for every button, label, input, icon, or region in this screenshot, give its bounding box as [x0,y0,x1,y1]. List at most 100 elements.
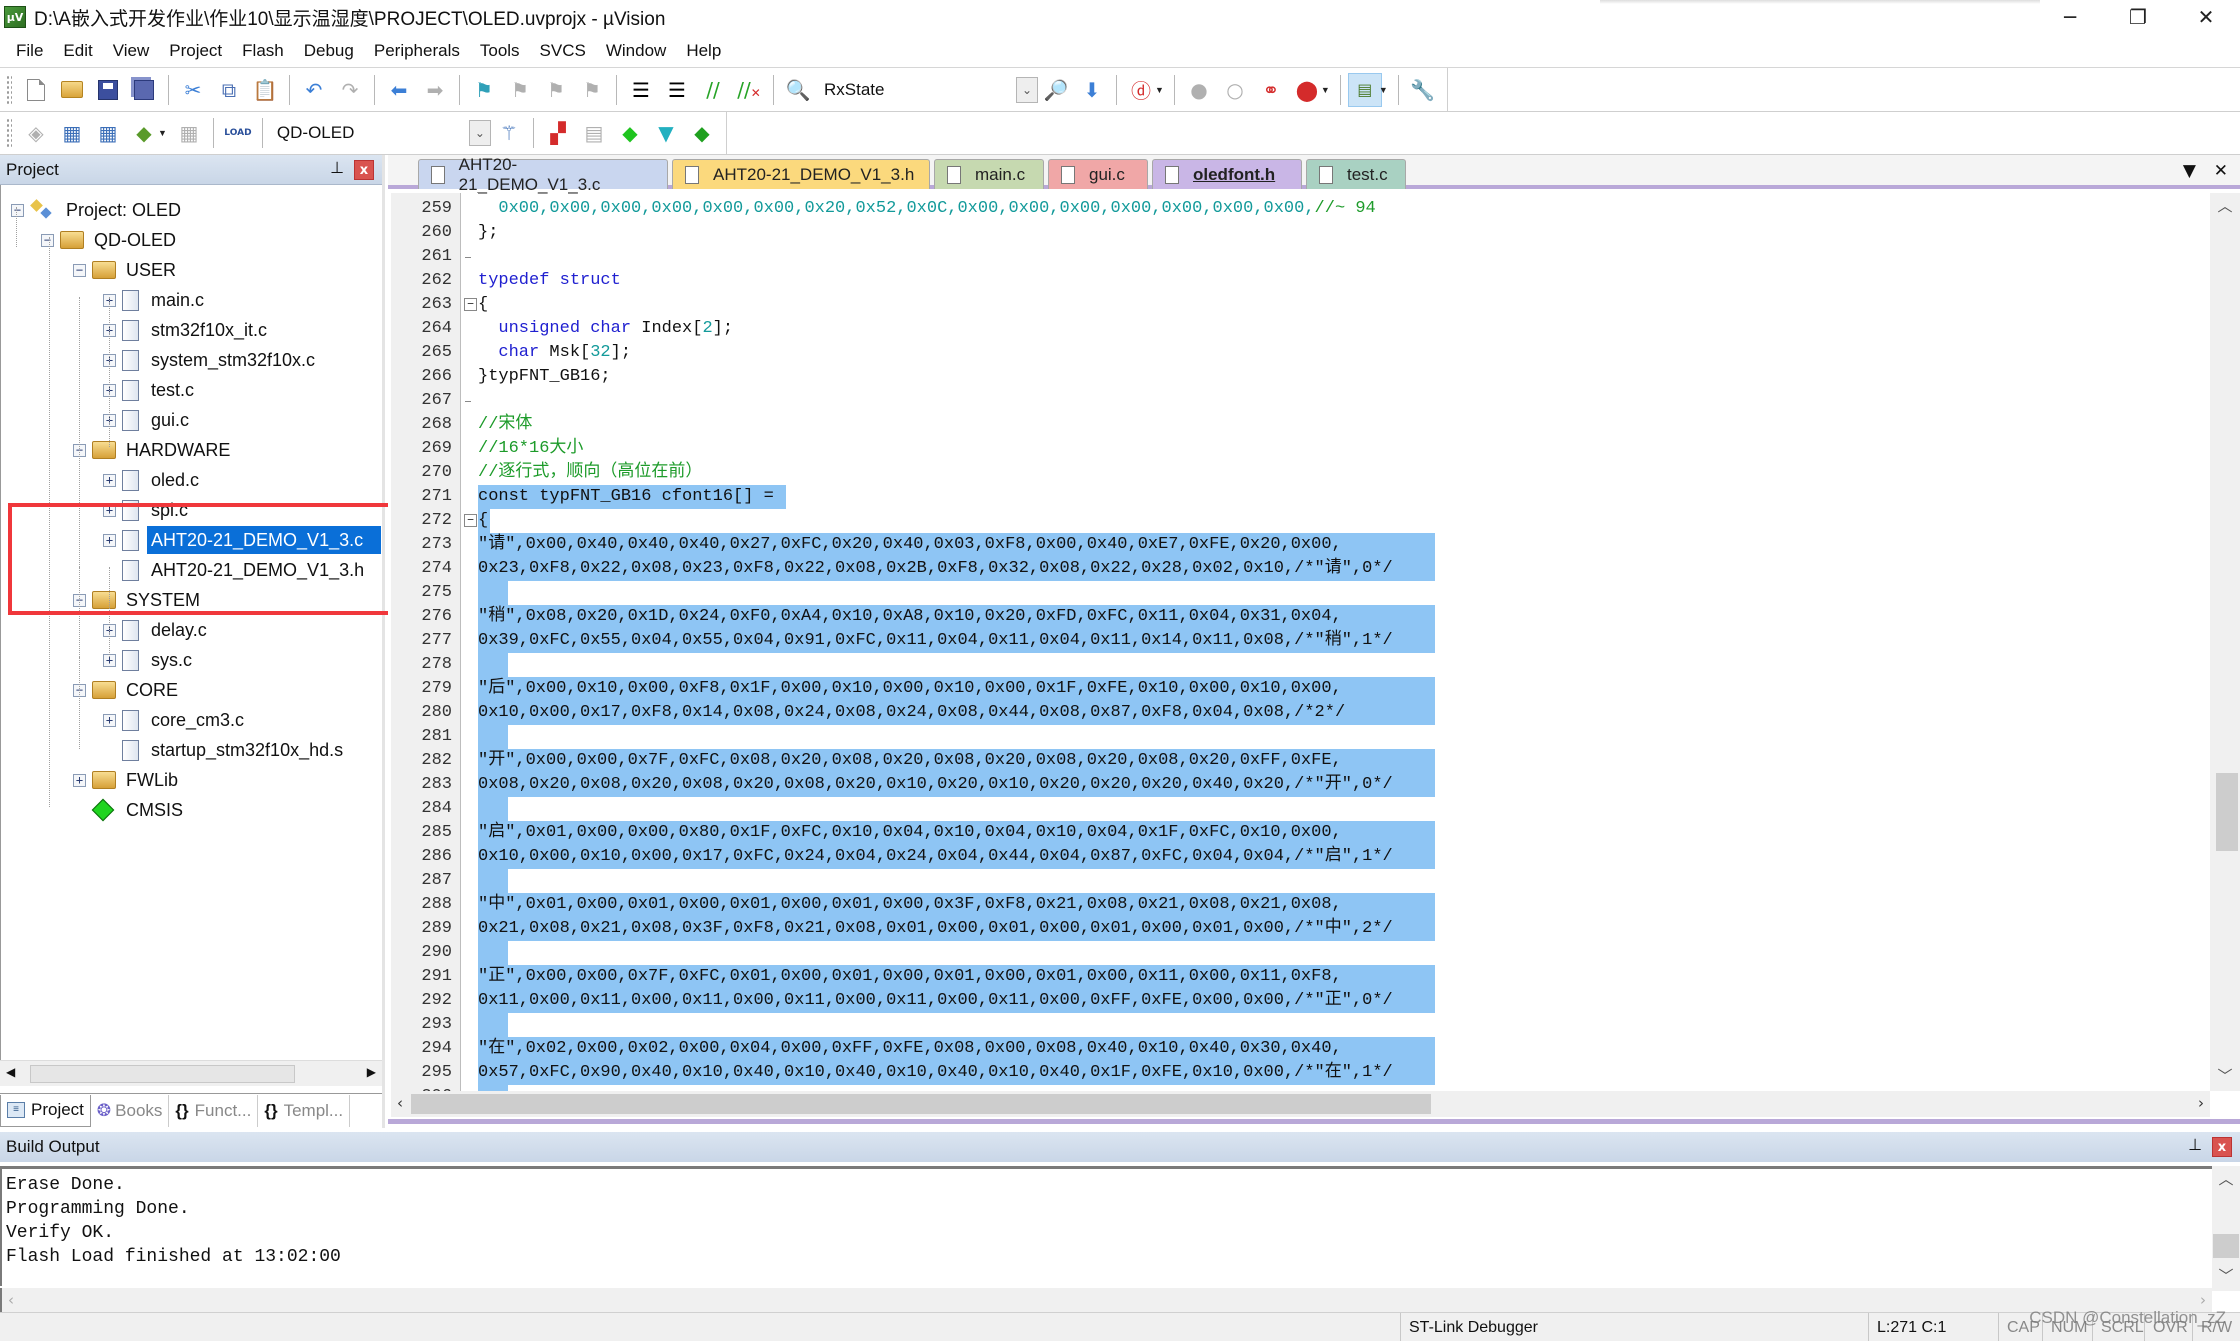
pack-installer-button[interactable]: ▼ [649,116,683,150]
menu-tools[interactable]: Tools [470,34,530,68]
cut-button[interactable]: ✂ [176,73,210,107]
target-select-dropdown[interactable]: ⌄ [468,120,491,146]
menu-debug[interactable]: Debug [294,34,364,68]
build-horizontal-scrollbar[interactable]: ‹ › [0,1288,2212,1312]
expand-icon[interactable]: + [103,713,116,727]
expand-icon[interactable]: + [103,473,116,487]
restore-button[interactable]: ❐ [2104,0,2172,34]
close-window-button[interactable]: ✕ [2172,0,2240,34]
tab-file[interactable]: AHT20-21_DEMO_V1_3.c [418,155,668,194]
tree-item-file[interactable]: + stm32f10x_it.c [103,315,267,345]
undo-button[interactable]: ↶ [297,73,331,107]
translate-button[interactable]: ◈ [19,116,53,150]
tree-item-group[interactable]: + FWLib [73,765,178,795]
tree-item-group[interactable]: − CORE [73,675,178,705]
scroll-left-icon[interactable]: ‹ [8,1291,14,1309]
save-button[interactable] [91,73,125,107]
fold-toggle-icon[interactable]: − [464,514,477,527]
menu-svcs[interactable]: SVCS [530,34,596,68]
save-all-button[interactable] [127,73,161,107]
scroll-right-icon[interactable]: › [2200,1291,2206,1309]
breakpoints-dropdown-arrow[interactable]: ▼ [1321,85,1330,95]
expand-icon[interactable]: + [73,773,86,787]
fold-toggle-icon[interactable]: − [464,298,477,311]
debug-dropdown-arrow[interactable]: ▼ [1155,85,1164,95]
scroll-down-icon[interactable]: ﹀ [2212,1265,2240,1289]
menu-edit[interactable]: Edit [53,34,102,68]
tree-item-file[interactable]: + oled.c [103,465,199,495]
menu-help[interactable]: Help [676,34,731,68]
tab-file[interactable]: AHT20-21_DEMO_V1_3.h [672,159,930,189]
expand-icon[interactable]: + [103,503,116,517]
next-bookmark-button[interactable]: ⚑ [539,73,573,107]
tree-item-group[interactable]: − SYSTEM [73,585,200,615]
tab-project[interactable]: ≡ Project [0,1094,91,1127]
tree-item-file[interactable]: + main.c [103,285,204,315]
tree-item-target[interactable]: − QD-OLED [41,225,176,255]
copy-button[interactable]: ⧉ [212,73,246,107]
menu-flash[interactable]: Flash [232,34,294,68]
paste-button[interactable]: 📋 [248,73,282,107]
tab-functions[interactable]: {} Funct... [169,1094,259,1127]
batch-build-button[interactable]: ◆ [127,116,161,150]
menu-view[interactable]: View [103,34,160,68]
scroll-down-icon[interactable]: ﹀ [2210,1065,2240,1089]
tab-templates[interactable]: {} Templ... [258,1094,351,1127]
tree-item-file[interactable]: + delay.c [103,615,207,645]
tree-item-file[interactable]: + core_cm3.c [103,705,244,735]
collapse-icon[interactable]: − [11,203,24,217]
tab-file[interactable]: main.c [934,159,1044,189]
find-combo[interactable]: RxState [816,80,1016,100]
minimize-button[interactable]: ─ [2036,0,2104,34]
comment-button[interactable]: // [696,73,730,107]
menu-file[interactable]: File [6,34,53,68]
tree-item-group[interactable]: − USER [73,255,176,285]
project-horizontal-scrollbar[interactable]: ◀ ▶ [0,1060,382,1086]
scroll-up-icon[interactable]: ︿ [2212,1168,2240,1192]
scroll-thumb[interactable] [2216,773,2238,851]
expand-icon[interactable]: + [103,533,116,547]
insert-breakpoint-button[interactable]: ● [1182,73,1216,107]
menu-project[interactable]: Project [159,34,232,68]
redo-button[interactable]: ↷ [333,73,367,107]
scroll-left-icon[interactable]: ‹ [397,1094,403,1112]
uncomment-button[interactable]: //✕ [732,73,766,107]
indent-button[interactable]: ☰ [624,73,658,107]
toolbar-grip[interactable] [6,118,12,148]
debug-session-button[interactable]: ⓓ [1124,73,1158,107]
disable-all-breakpoints-button[interactable]: ⚭ [1254,73,1288,107]
stop-build-button[interactable]: ▦ [172,116,206,150]
toolbar-grip[interactable] [6,74,12,105]
tree-item-group[interactable]: − HARDWARE [73,435,230,465]
menu-window[interactable]: Window [596,34,676,68]
pin-icon[interactable]: ⊥ [2188,1135,2202,1154]
open-file-button[interactable] [55,73,89,107]
tree-item-file[interactable]: + sys.c [103,645,192,675]
tab-list-dropdown[interactable]: ▼ [2183,161,2196,181]
tree-item-file[interactable]: + AHT20-21_DEMO_V1_3.c [103,525,382,555]
options-for-target-button[interactable]: ⚚ [492,116,526,150]
close-tab-button[interactable]: ✕ [2214,161,2228,181]
clear-bookmarks-button[interactable]: ⚑ [575,73,609,107]
editor-vertical-scrollbar[interactable]: ︿ ﹀ [2210,193,2240,1091]
collapse-icon[interactable]: − [41,233,54,247]
scroll-right-icon[interactable]: › [2198,1094,2204,1112]
tree-item-component[interactable]: CMSIS [73,795,183,825]
build-vertical-scrollbar[interactable]: ︿ ﹀ [2212,1166,2240,1291]
previous-bookmark-button[interactable]: ⚑ [503,73,537,107]
kill-all-breakpoints-button[interactable]: ⬤ [1290,73,1324,107]
code-editor[interactable]: 0x00,0x00,0x00,0x00,0x00,0x00,0x20,0x52,… [478,193,2188,1091]
pin-icon[interactable]: ⊥ [330,158,344,177]
batch-dropdown-arrow[interactable]: ▼ [158,128,167,138]
scroll-up-icon[interactable]: ︿ [2210,195,2240,219]
new-file-button[interactable] [19,73,53,107]
scroll-left-icon[interactable]: ◀ [6,1065,15,1079]
collapse-icon[interactable]: − [73,263,86,277]
insert-bookmark-button[interactable]: ⚑ [467,73,501,107]
scroll-thumb[interactable] [411,1094,1431,1114]
close-panel-button[interactable]: x [354,160,374,180]
download-button[interactable]: LOAD [221,116,255,150]
configure-button[interactable]: 🔧 [1406,73,1440,107]
unindent-button[interactable]: ☰ [660,73,694,107]
editor-horizontal-scrollbar[interactable]: ‹ › [391,1091,2210,1117]
